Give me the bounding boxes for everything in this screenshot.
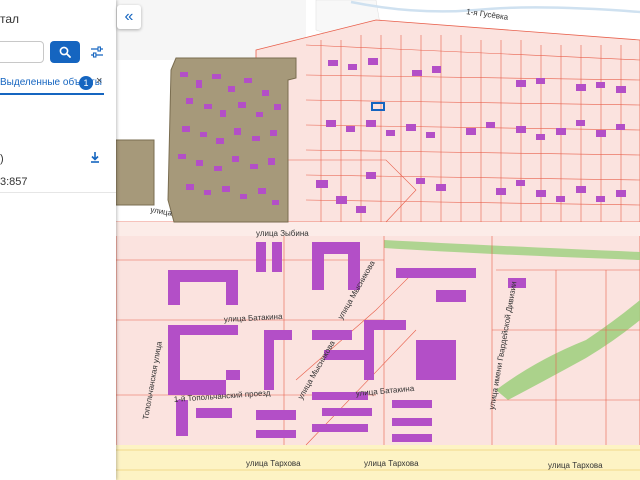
road-zubina — [116, 222, 640, 236]
street-label: улица Зыбина — [256, 229, 309, 238]
search-button[interactable] — [50, 41, 80, 63]
count-badge: 1 — [79, 76, 93, 90]
close-icon[interactable]: × — [96, 75, 102, 87]
tab-selected-objects[interactable]: Выделенные объекты 1 × — [0, 72, 116, 96]
collapse-panel-button[interactable]: « — [117, 5, 141, 29]
search-icon — [59, 46, 71, 58]
divider — [0, 192, 116, 193]
street-label: улица Тархова — [548, 461, 603, 470]
selected-area[interactable] — [116, 139, 155, 206]
download-button[interactable] — [88, 150, 102, 164]
cadastral-map[interactable]: 1-я Гусёвка улица Зыбина улица Батакина … — [116, 0, 640, 480]
double-chevron-left-icon: « — [124, 8, 134, 25]
street-label: улица Тархова — [364, 459, 419, 468]
side-panel: тал Выделенные объекты 1 × ) 3:857 — [0, 0, 116, 480]
filter-settings-button[interactable] — [86, 41, 108, 63]
street-label: улица Тархова — [246, 459, 301, 468]
cadastral-number: 3:857 — [0, 176, 28, 188]
download-icon — [91, 152, 99, 163]
sliders-icon — [91, 46, 103, 58]
tab-underline — [0, 93, 104, 95]
portal-title: тал — [0, 12, 20, 26]
search-input[interactable] — [0, 41, 44, 63]
selected-area[interactable] — [167, 57, 297, 223]
object-title: ) — [0, 153, 4, 165]
map-canvas[interactable]: 1-я Гусёвка улица Зыбина улица Батакина … — [116, 0, 640, 480]
